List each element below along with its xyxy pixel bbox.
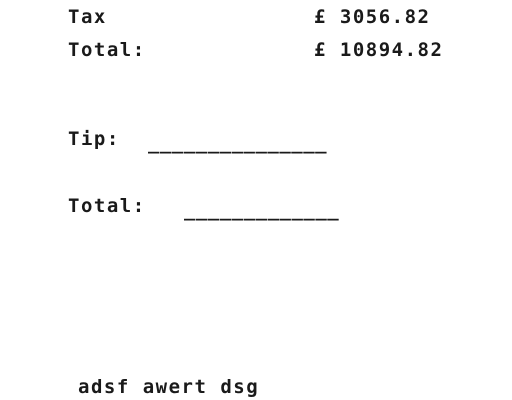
footer-text: adsf awert dsg: [78, 376, 260, 398]
tip-label: Tip:: [68, 128, 120, 150]
tax-label: Tax: [68, 6, 107, 28]
tax-amount: £ 3056.82: [314, 6, 431, 28]
grand-total-label: Total:: [68, 195, 146, 217]
tip-blank-line: _______________: [148, 132, 328, 154]
total-amount: £ 10894.82: [314, 39, 444, 61]
total-label: Total:: [68, 39, 146, 61]
receipt: Tax £ 3056.82 Total: £ 10894.82 Tip: ___…: [0, 0, 512, 400]
grand-total-blank-line: _____________: [184, 199, 340, 221]
